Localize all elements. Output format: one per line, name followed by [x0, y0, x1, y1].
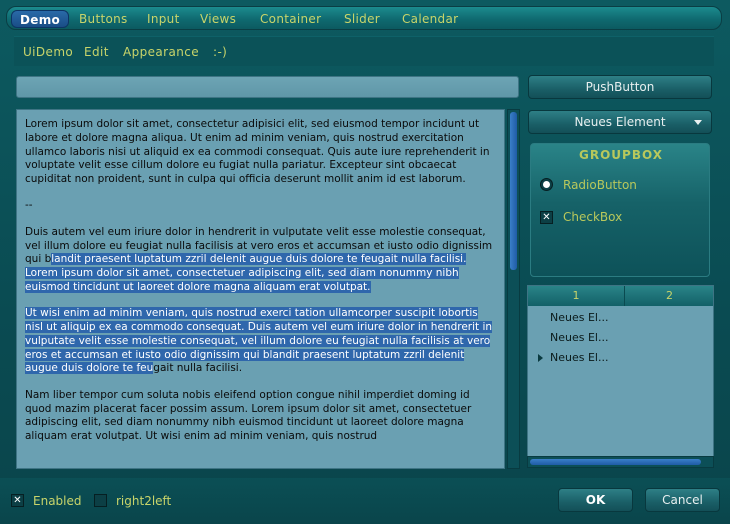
menu-bar: UiDemo Edit Appearance :-): [14, 36, 714, 66]
enabled-checkbox[interactable]: ✕: [11, 494, 24, 507]
ok-button[interactable]: OK: [558, 488, 633, 512]
element-combo[interactable]: Neues Element: [528, 110, 712, 134]
checkbox-label[interactable]: CheckBox: [563, 210, 622, 224]
text-editor[interactable]: Lorem ipsum dolor sit amet, consectetur …: [16, 109, 505, 469]
chevron-down-icon: [694, 120, 702, 125]
paragraph-4-text: gait nulla facilisi.: [153, 362, 243, 375]
paragraph-1: Lorem ipsum dolor sit amet, consectetur …: [25, 118, 490, 186]
radio-button[interactable]: [540, 178, 553, 191]
cancel-button[interactable]: Cancel: [645, 488, 720, 512]
tab-views[interactable]: Views: [200, 10, 236, 28]
paragraph-5: Nam liber tempor cum soluta nobis eleife…: [25, 388, 472, 443]
groupbox-title: GROUPBOX: [578, 148, 663, 162]
scrollbar-handle[interactable]: [510, 112, 517, 270]
tree-horizontal-scrollbar[interactable]: [527, 456, 714, 468]
line-edit[interactable]: [16, 76, 519, 98]
selected-text: landit praesent luptatum zzril delenit a…: [25, 253, 467, 293]
tree-row[interactable]: Neues El...: [550, 331, 608, 344]
window: Demo Buttons Input Views Container Slide…: [0, 0, 730, 524]
paragraph-4: Ut wisi enim ad minim veniam, quis nostr…: [25, 307, 496, 376]
combo-selected-value: Neues Element: [574, 115, 666, 129]
menu-uidemo[interactable]: UiDemo: [23, 45, 73, 59]
right2left-label[interactable]: right2left: [116, 494, 171, 508]
tab-container[interactable]: Container: [260, 10, 321, 28]
expand-arrow-icon[interactable]: [538, 354, 543, 362]
radio-button-label[interactable]: RadioButton: [563, 178, 637, 192]
right2left-checkbox[interactable]: [94, 494, 107, 507]
tree-row[interactable]: Neues El...: [550, 311, 608, 324]
scrollbar-handle[interactable]: [530, 459, 701, 465]
text-vertical-scrollbar[interactable]: [507, 109, 520, 469]
paragraph-3: Duis autem vel eum iriure dolor in hendr…: [25, 226, 496, 295]
tree-row[interactable]: Neues El...: [550, 351, 608, 364]
tab-bar: Demo Buttons Input Views Container Slide…: [6, 6, 722, 30]
tree-header: 1 2: [528, 286, 713, 306]
tab-buttons[interactable]: Buttons: [79, 10, 128, 28]
selected-text: Ut wisi enim ad minim veniam, quis nostr…: [25, 307, 493, 375]
push-button[interactable]: PushButton: [528, 75, 712, 99]
tab-input[interactable]: Input: [147, 10, 180, 28]
menu-edit[interactable]: Edit: [84, 45, 109, 59]
tree-header-col-1[interactable]: 1: [528, 286, 625, 306]
enabled-label[interactable]: Enabled: [33, 494, 82, 508]
tab-demo[interactable]: Demo: [11, 10, 70, 28]
tab-calendar[interactable]: Calendar: [402, 10, 458, 28]
tree-view[interactable]: 1 2 Neues El... Neues El... Neues El...: [527, 285, 714, 457]
tree-header-col-2[interactable]: 2: [625, 286, 713, 306]
groupbox: GROUPBOX RadioButton ✕ CheckBox: [530, 143, 710, 277]
menu-smiley[interactable]: :-): [213, 45, 227, 59]
checkbox[interactable]: ✕: [540, 211, 553, 224]
tab-slider[interactable]: Slider: [344, 10, 380, 28]
paragraph-2: --: [25, 199, 33, 212]
menu-appearance[interactable]: Appearance: [123, 45, 199, 59]
